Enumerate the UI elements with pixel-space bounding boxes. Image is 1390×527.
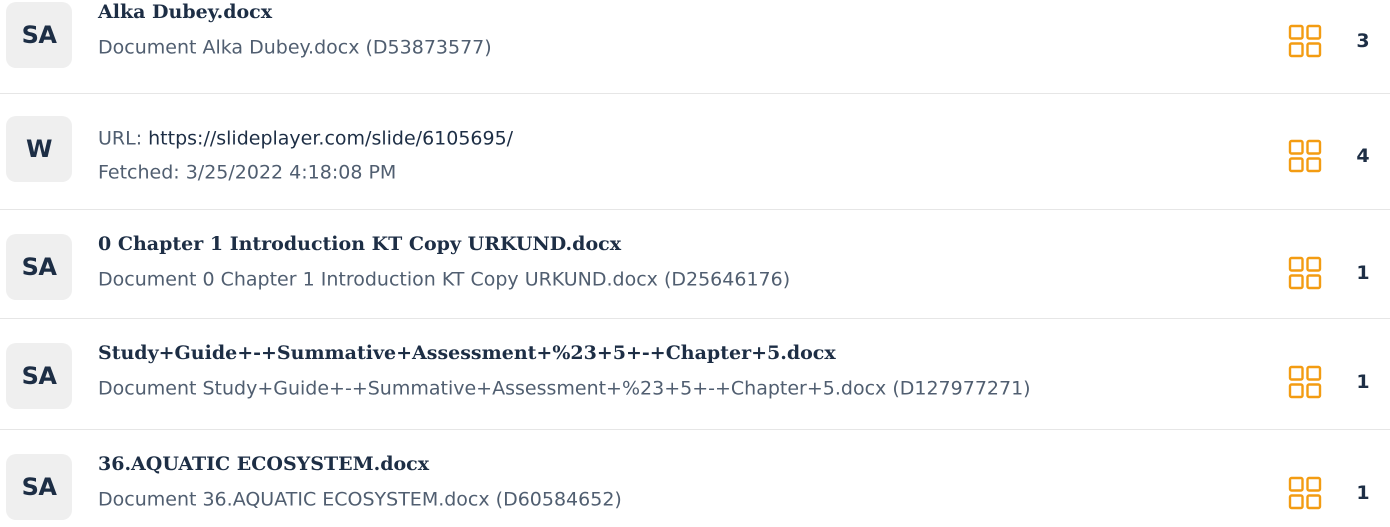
source-row[interactable]: W URL: https://slideplayer.com/slide/610… [0,116,1390,186]
match-count: 4 [1356,145,1370,167]
match-count: 1 [1356,262,1370,284]
source-subtitle: Document 0 Chapter 1 Introduction KT Cop… [98,268,791,291]
source-type-badge: W [6,116,72,182]
match-count: 3 [1356,30,1370,52]
grid-icon[interactable] [1288,139,1322,173]
match-count: 1 [1356,371,1370,393]
source-list: SA Alka Dubey.docx Document Alka Dubey.d… [0,0,1390,527]
url-prefix: URL: [98,127,149,150]
source-row[interactable]: SA 0 Chapter 1 Introduction KT Copy URKU… [0,232,1390,302]
grid-icon[interactable] [1288,256,1322,290]
source-type-badge: SA [6,454,72,520]
grid-icon[interactable] [1288,476,1322,510]
source-row[interactable]: SA Study+Guide+-+Summative+Assessment+%2… [0,341,1390,411]
source-title[interactable]: Study+Guide+-+Summative+Assessment+%23+5… [98,344,836,363]
source-title[interactable]: 0 Chapter 1 Introduction KT Copy URKUND.… [98,235,621,254]
fetched-timestamp: Fetched: 3/25/2022 4:18:08 PM [98,161,397,184]
row-divider [0,209,1390,210]
source-url-link[interactable]: https://slideplayer.com/slide/6105695/ [148,128,513,150]
row-divider [0,318,1390,319]
match-count: 1 [1356,482,1370,504]
source-type-badge: SA [6,343,72,409]
source-subtitle: Document Alka Dubey.docx (D53873577) [98,36,492,59]
row-divider [0,93,1390,94]
source-title[interactable]: Alka Dubey.docx [98,3,272,22]
source-url-line: URL: https://slideplayer.com/slide/61056… [98,127,513,150]
source-row[interactable]: SA Alka Dubey.docx Document Alka Dubey.d… [0,0,1390,70]
row-divider [0,429,1390,430]
grid-icon[interactable] [1288,365,1322,399]
source-subtitle: Document Study+Guide+-+Summative+Assessm… [98,377,1031,400]
source-row[interactable]: SA 36.AQUATIC ECOSYSTEM.docx Document 36… [0,452,1390,522]
source-subtitle: Document 36.AQUATIC ECOSYSTEM.docx (D605… [98,488,622,511]
source-type-badge: SA [6,234,72,300]
grid-icon[interactable] [1288,24,1322,58]
source-type-badge: SA [6,2,72,68]
source-title[interactable]: 36.AQUATIC ECOSYSTEM.docx [98,455,429,474]
